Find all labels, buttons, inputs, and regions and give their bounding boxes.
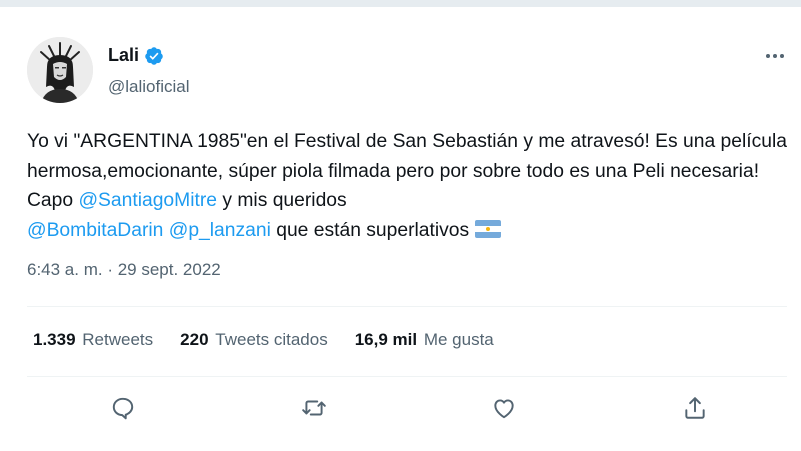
retweets-stat[interactable]: 1.339 Retweets xyxy=(33,330,153,350)
quotes-count: 220 xyxy=(180,330,209,349)
tweet-actions xyxy=(0,395,801,425)
retweets-label: Retweets xyxy=(82,330,154,349)
author-handle[interactable]: @lalioficial xyxy=(108,77,190,97)
tweet-stats: 1.339 Retweets 220 Tweets citados 16,9 m… xyxy=(33,330,521,350)
tweet-timestamp[interactable]: 6:43 a. m. · 29 sept. 2022 xyxy=(27,260,221,280)
verified-badge-icon xyxy=(145,46,163,65)
retweet-icon[interactable] xyxy=(301,395,327,421)
quotes-label: Tweets citados xyxy=(215,330,328,349)
tweet-text-part: y mis queridos xyxy=(217,190,347,211)
likes-label: Me gusta xyxy=(423,330,494,349)
mention-link[interactable]: @p_lanzani xyxy=(169,220,271,241)
avatar-image xyxy=(27,37,93,103)
mention-link[interactable]: @SantiagoMitre xyxy=(78,190,217,211)
retweets-count: 1.339 xyxy=(33,330,76,349)
tweet-text-part: que están superlativos xyxy=(270,219,475,241)
author-name[interactable]: Lali xyxy=(108,45,139,66)
avatar[interactable] xyxy=(27,37,93,103)
mention-link[interactable]: @BombitaDarin xyxy=(27,220,163,241)
tweet-text: Yo vi "ARGENTINA 1985"en el Festival de … xyxy=(27,127,787,245)
divider xyxy=(27,306,787,307)
share-icon[interactable] xyxy=(682,395,708,421)
reply-icon[interactable] xyxy=(110,395,136,421)
like-icon[interactable] xyxy=(491,395,517,421)
argentina-flag-icon xyxy=(474,219,501,238)
quotes-stat[interactable]: 220 Tweets citados xyxy=(180,330,328,350)
likes-count: 16,9 mil xyxy=(354,330,418,349)
author-name-row[interactable]: Lali xyxy=(108,45,164,66)
top-strip xyxy=(0,0,801,7)
more-options-icon[interactable] xyxy=(764,50,786,62)
likes-stat[interactable]: 16,9 mil Me gusta xyxy=(355,330,494,350)
divider xyxy=(27,376,787,377)
